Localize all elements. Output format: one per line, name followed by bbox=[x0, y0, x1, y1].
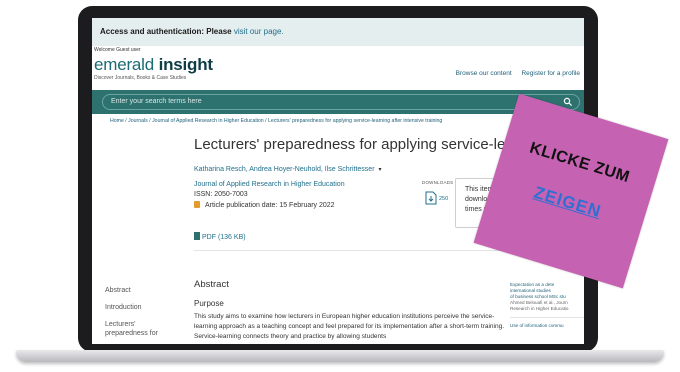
section-nav-abstract[interactable]: Abstract bbox=[105, 286, 158, 295]
abstract-heading: Abstract bbox=[194, 279, 229, 290]
access-banner-text: Access and authentication: Please bbox=[100, 27, 234, 36]
pdf-download-link[interactable]: PDF (136 KB) bbox=[194, 232, 246, 241]
search-bar: Enter your search terms here bbox=[92, 90, 584, 114]
downloads-count[interactable]: 250 bbox=[439, 196, 448, 202]
welcome-text: Welcome Guest user bbox=[94, 47, 141, 53]
publication-date: Article publication date: 15 February 20… bbox=[194, 201, 335, 209]
logo-part-emerald: emerald bbox=[94, 55, 155, 74]
download-icon[interactable] bbox=[425, 191, 437, 205]
top-nav: Browse our content Register for a profil… bbox=[448, 70, 580, 77]
logo-tagline: Discover Journals, Books & Case Studies bbox=[94, 75, 187, 81]
journal-link[interactable]: Journal of Applied Research in Higher Ed… bbox=[194, 181, 345, 188]
visit-page-link[interactable]: visit our page. bbox=[234, 27, 284, 36]
related-content: Expectation as a dete international stud… bbox=[510, 282, 584, 329]
related-title-2[interactable]: Use of information commu bbox=[510, 323, 584, 329]
register-profile-link[interactable]: Register for a profile bbox=[521, 70, 580, 77]
purpose-heading: Purpose bbox=[194, 299, 224, 308]
section-nav-introduction[interactable]: Introduction bbox=[105, 303, 158, 312]
downloads-label: DOWNLOADS bbox=[422, 180, 454, 185]
pdf-label[interactable]: PDF (136 KB) bbox=[202, 234, 246, 241]
calendar-icon bbox=[194, 201, 200, 208]
browse-content-link[interactable]: Browse our content bbox=[456, 70, 512, 77]
access-banner: Access and authentication: Please visit … bbox=[92, 18, 584, 46]
stage: Access and authentication: Please visit … bbox=[0, 0, 680, 372]
laptop-base bbox=[16, 350, 664, 362]
related-divider bbox=[510, 317, 584, 318]
search-placeholder: Enter your search terms here bbox=[111, 98, 202, 105]
authors-text[interactable]: Katharina Resch, Andrea Hoyer-Neuhold, I… bbox=[194, 166, 375, 173]
site-logo[interactable]: emerald insight Discover Journals, Books… bbox=[94, 55, 214, 82]
publication-date-text: Article publication date: 15 February 20… bbox=[205, 202, 335, 209]
search-icon[interactable] bbox=[563, 97, 573, 107]
issn-text: ISSN: 2050-7003 bbox=[194, 191, 248, 198]
section-nav: Abstract Introduction Lecturers' prepare… bbox=[105, 286, 158, 338]
abstract-text: This study aims to examine how lecturers… bbox=[194, 313, 505, 340]
article-authors[interactable]: Katharina Resch, Andrea Hoyer-Neuhold, I… bbox=[194, 166, 382, 173]
pdf-icon bbox=[194, 232, 200, 240]
section-nav-lecturers-line-1[interactable]: Lecturers' bbox=[105, 320, 158, 329]
logo-part-insight: insight bbox=[158, 55, 214, 74]
section-nav-lecturers-line-2[interactable]: preparedness for bbox=[105, 329, 158, 338]
breadcrumb[interactable]: Home / Journals / Journal of Applied Res… bbox=[110, 118, 442, 124]
chevron-down-icon[interactable]: ▾ bbox=[379, 167, 382, 173]
related-authors-line-2: Research in Higher Educatio bbox=[510, 306, 569, 311]
search-input[interactable]: Enter your search terms here bbox=[102, 94, 580, 110]
section-nav-lecturers[interactable]: Lecturers' preparedness for bbox=[105, 320, 158, 338]
